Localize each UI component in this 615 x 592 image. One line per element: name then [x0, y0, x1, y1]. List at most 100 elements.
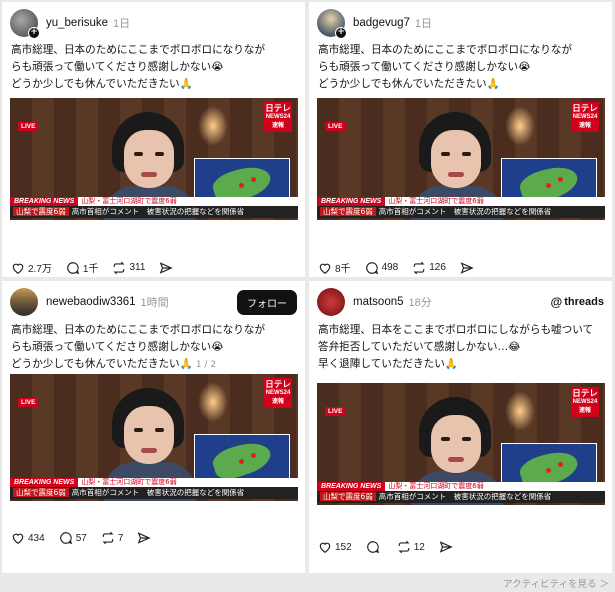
breaking-label: BREAKING NEWS: [10, 478, 79, 487]
avatar[interactable]: [317, 288, 345, 316]
live-badge: LIVE: [325, 122, 346, 131]
like-button[interactable]: 8千: [318, 260, 351, 275]
logo-text: 日テレ: [265, 103, 291, 113]
eye: [155, 152, 164, 156]
username[interactable]: yu_berisuke: [46, 17, 108, 29]
eye: [462, 437, 471, 441]
logo-text: 日テレ: [265, 379, 291, 389]
username[interactable]: matsoon5: [353, 296, 404, 308]
text-line: らも頑張って働いてくださり感謝しかない😭: [11, 341, 224, 353]
post-time: 1日: [414, 18, 433, 30]
reply-count: 1千: [82, 264, 99, 275]
like-button[interactable]: 152: [318, 540, 352, 554]
text-line: どうか少しでも休んでいただきたい🙏: [11, 78, 193, 90]
map-marker: [546, 183, 551, 188]
username[interactable]: newebaodiw3361: [46, 296, 136, 308]
map-marker: [251, 177, 256, 182]
action-bar: 8千 498 126: [318, 260, 491, 275]
news-caption: 山梨で震度6弱 高市首相がコメント 被害状況の把握などを関係省: [10, 206, 298, 218]
repost-button[interactable]: 311: [112, 261, 145, 275]
repost-count: 7: [117, 532, 124, 544]
logo-text: 速報: [271, 123, 284, 129]
comment-icon: [366, 541, 379, 554]
like-button[interactable]: 2.7万: [11, 260, 52, 275]
video-thumbnail[interactable]: LIVE 日テレ NEWS24 速報 BREAKING NEWS 山梨・富士河口湖町で…: [10, 98, 298, 220]
channel-logo: 日テレ NEWS24 速報: [264, 378, 292, 408]
channel-logo: 日テレ NEWS24 速報: [264, 102, 292, 132]
repost-icon: [102, 531, 114, 545]
share-button[interactable]: [460, 261, 477, 275]
text-line: らも頑張って働いてくださり感謝しかない😭: [318, 61, 531, 73]
face: [431, 415, 481, 473]
username[interactable]: badgevug7: [353, 17, 410, 29]
like-button[interactable]: 434: [11, 531, 45, 545]
caption-text: 高市首相がコメント 被害状況の把握などを関係省: [71, 207, 245, 216]
mouth: [141, 448, 157, 453]
repost-button[interactable]: 7: [101, 531, 124, 545]
reply-count: 57: [75, 532, 87, 544]
send-icon: [138, 532, 152, 544]
text-line: 高市総理、日本のためにここまでボロボロになりなが: [318, 44, 573, 56]
heart-icon: [319, 542, 331, 553]
reply-button[interactable]: 57: [59, 531, 87, 545]
text-line: どうか少しでも休んでいただきたい🙏: [318, 78, 500, 90]
repost-button[interactable]: 12: [397, 540, 425, 554]
lamp-glow: [198, 106, 228, 146]
face: [124, 406, 174, 464]
action-bar: 2.7万 1千 311: [11, 260, 190, 275]
repost-button[interactable]: 126: [412, 261, 446, 275]
logo-text: NEWS24: [265, 114, 291, 120]
news-ticker: BREAKING NEWS 山梨・富士河口湖町で震度6弱: [317, 482, 605, 491]
caption-text: 高市首相がコメント 被害状況の把握などを関係省: [378, 492, 552, 501]
news-ticker: BREAKING NEWS 山梨・富士河口湖町で震度6弱: [10, 197, 298, 206]
news-caption: 山梨で震度6弱 高市首相がコメント 被害状況の把握などを関係省: [317, 491, 605, 503]
text-line: 答弁拒否していただいて感謝しかない…😂: [318, 341, 521, 353]
post-card: + yu_berisuke 1日 高市総理、日本のためにここまでボロボロになりな…: [2, 2, 305, 277]
eye: [134, 428, 143, 432]
ticker-text: 山梨・富士河口湖町で震度6弱: [81, 478, 177, 486]
reply-button[interactable]: [366, 540, 383, 554]
news-ticker: BREAKING NEWS 山梨・富士河口湖町で震度6弱: [317, 197, 605, 206]
post-text: 高市総理、日本をここまでボロボロにしながらも嘘ついて 答弁拒否していただいて感謝…: [318, 322, 608, 373]
share-button[interactable]: [439, 540, 456, 554]
news-caption: 山梨で震度6弱 高市首相がコメント 被害状況の把握などを関係省: [10, 487, 298, 499]
logo-text: 速報: [271, 399, 284, 405]
heart-icon: [12, 533, 24, 544]
mouth: [448, 457, 464, 462]
map-marker: [239, 183, 244, 188]
brand-text: threads: [564, 296, 604, 308]
post-header: + badgevug7 1日: [317, 8, 604, 39]
text-line: 高市総理、日本をここまでボロボロにしながらも嘘ついて: [318, 324, 594, 336]
post-text: 高市総理、日本のためにここまでボロボロになりなが らも頑張って働いてくださり感謝…: [318, 42, 608, 93]
follow-plus-icon[interactable]: +: [28, 27, 40, 39]
video-thumbnail[interactable]: LIVE 日テレ NEWS24 速報 BREAKING NEWS 山梨・富士河口湖町で…: [10, 374, 298, 501]
avatar[interactable]: +: [10, 9, 40, 39]
video-thumbnail[interactable]: LIVE 日テレ NEWS24 速報 BREAKING NEWS 山梨・富士河口湖町で…: [317, 383, 605, 505]
comment-icon: [67, 261, 80, 274]
lamp-glow: [505, 106, 535, 146]
repost-icon: [113, 261, 125, 274]
like-count: 434: [28, 532, 45, 544]
live-badge: LIVE: [18, 398, 39, 407]
video-thumbnail[interactable]: LIVE 日テレ NEWS24 速報 BREAKING NEWS 山梨・富士河口湖町で…: [317, 98, 605, 220]
follow-plus-icon[interactable]: +: [335, 27, 347, 39]
action-bar: 434 57 7: [11, 531, 168, 545]
reply-button[interactable]: 498: [365, 261, 399, 275]
avatar[interactable]: [10, 288, 38, 316]
like-count: 152: [335, 541, 352, 553]
avatar[interactable]: +: [317, 9, 347, 39]
view-activity-link[interactable]: アクティビティを見る ＞: [503, 576, 609, 590]
eye: [441, 437, 450, 441]
threads-logo-icon: @: [550, 295, 563, 309]
share-button[interactable]: [159, 261, 176, 275]
reply-button[interactable]: 1千: [66, 260, 99, 275]
follow-button[interactable]: フォロー: [237, 289, 297, 315]
map-marker: [558, 177, 563, 182]
logo-text: 速報: [578, 123, 591, 129]
channel-logo: 日テレ NEWS24 速報: [571, 102, 599, 132]
live-badge: LIVE: [325, 407, 346, 416]
share-button[interactable]: [137, 531, 154, 545]
reply-count: 498: [381, 262, 399, 273]
mouth: [448, 172, 464, 177]
like-count: 2.7万: [28, 264, 52, 275]
